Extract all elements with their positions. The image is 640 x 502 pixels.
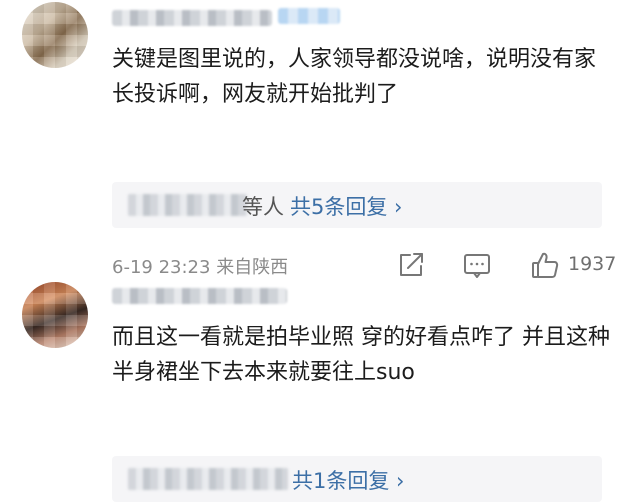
reply-preview-bar[interactable]: 共1条回复 › [112, 456, 602, 502]
reply-suffix: 等人 [242, 195, 284, 219]
comment-text: 而且这一看就是拍毕业照 穿的好看点咋了 并且这种半身裙坐下去本来就要往上suo [112, 325, 610, 385]
user-badge-blurred [278, 8, 340, 24]
reply-preview-bar[interactable]: 等人 共5条回复 › [112, 182, 602, 228]
comment-timestamp: 6-19 23:23 来自陕西 [112, 253, 288, 279]
comment-time: 6-19 23:23 [112, 257, 211, 278]
comment-meta-row: 6-19 23:23 来自陕西 1937 [112, 250, 627, 282]
share-icon[interactable] [396, 250, 426, 280]
thumbs-up-icon[interactable] [530, 250, 560, 280]
username-blurred[interactable] [112, 288, 287, 304]
avatar[interactable] [22, 282, 88, 348]
reply-names-blurred [128, 468, 288, 490]
view-replies-link[interactable]: 共1条回复 › [292, 465, 404, 495]
comment-location: 来自陕西 [216, 257, 289, 278]
comment-text: 关键是图里说的，人家领导都没说啥，说明没有家长投诉啊，网友就开始批判了 [112, 47, 597, 107]
reply-names-blurred [128, 194, 248, 216]
like-count: 1937 [568, 253, 617, 275]
comment-icon[interactable] [462, 250, 492, 280]
view-replies-link[interactable]: 共5条回复 › [290, 191, 402, 221]
avatar[interactable] [22, 2, 88, 68]
username-blurred[interactable] [112, 10, 272, 26]
